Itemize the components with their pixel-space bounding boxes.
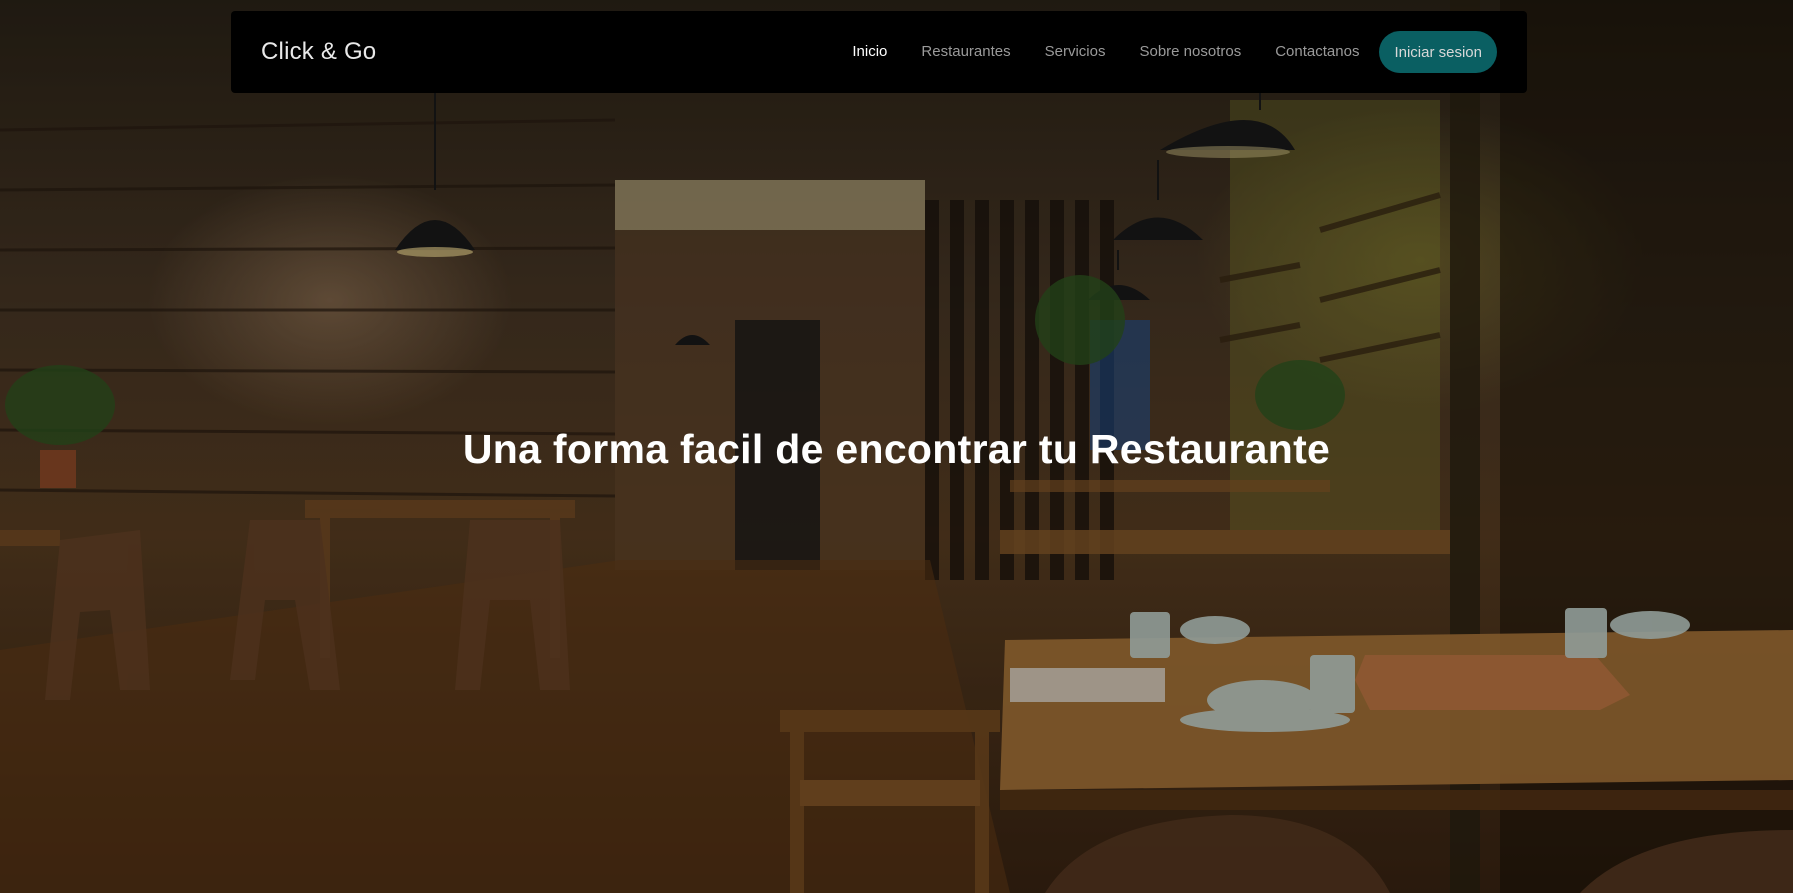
nav-item-servicios: Servicios <box>1045 43 1106 61</box>
nav-link-inicio[interactable]: Inicio <box>852 43 887 60</box>
nav-item-contactanos: Contactanos <box>1275 43 1359 61</box>
hero-headline: Una forma facil de encontrar tu Restaura… <box>462 426 1331 472</box>
nav-item-restaurantes: Restaurantes <box>921 43 1010 61</box>
nav-link-restaurantes[interactable]: Restaurantes <box>921 43 1010 60</box>
nav-item-sobre-nosotros: Sobre nosotros <box>1139 43 1241 61</box>
nav-link-sobre-nosotros[interactable]: Sobre nosotros <box>1139 43 1241 60</box>
brand-logo-link[interactable]: Click & Go <box>261 38 376 66</box>
nav-item-inicio: Inicio <box>852 43 887 61</box>
nav-link-servicios[interactable]: Servicios <box>1045 43 1106 60</box>
nav-links: Inicio Restaurantes Servicios Sobre noso… <box>818 43 1359 61</box>
top-navbar: Click & Go Inicio Restaurantes Servicios… <box>231 11 1527 93</box>
nav-link-contactanos[interactable]: Contactanos <box>1275 43 1359 60</box>
login-button[interactable]: Iniciar sesion <box>1379 31 1497 73</box>
